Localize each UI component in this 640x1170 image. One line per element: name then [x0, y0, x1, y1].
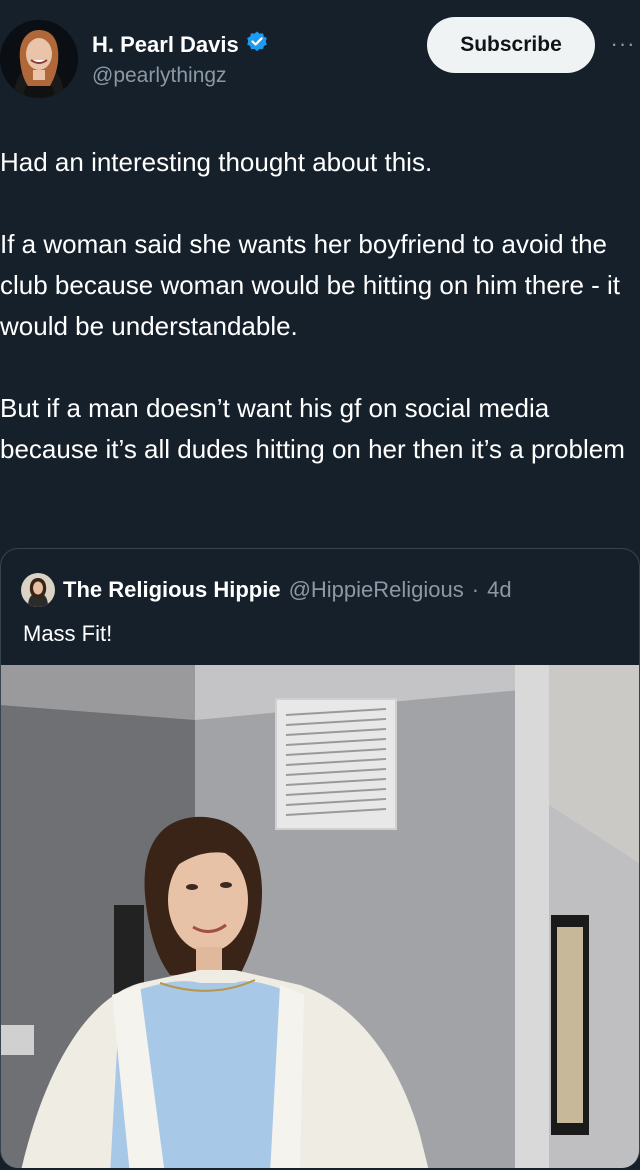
subscribe-button[interactable]: Subscribe	[427, 17, 595, 73]
more-options-icon[interactable]: ···	[606, 30, 640, 60]
quoted-handle[interactable]: @HippieReligious	[289, 577, 464, 603]
tweet-paragraph: If a woman said she wants her boyfriend …	[0, 229, 621, 341]
verified-badge-icon	[245, 30, 269, 59]
tweet-header: H. Pearl Davis @pearlythingz Subscribe ·…	[0, 0, 640, 110]
author-avatar[interactable]	[0, 20, 78, 98]
quoted-display-name[interactable]: The Religious Hippie	[63, 577, 281, 603]
tweet-text: Had an interesting thought about this. I…	[0, 142, 640, 470]
quoted-author-avatar[interactable]	[21, 573, 55, 607]
author-display-name[interactable]: H. Pearl Davis	[92, 32, 239, 58]
quoted-tweet-text: Mass Fit!	[23, 621, 113, 646]
tweet-paragraph: But if a man doesn’t want his gf on soci…	[0, 393, 625, 464]
quoted-tweet-card[interactable]: The Religious Hippie @HippieReligious · …	[0, 548, 640, 1168]
tweet-paragraph: Had an interesting thought about this.	[0, 147, 433, 177]
quoted-tweet-header: The Religious Hippie @HippieReligious · …	[21, 573, 512, 607]
quoted-avatar-icon	[21, 573, 55, 607]
author-name-row: H. Pearl Davis	[92, 30, 269, 59]
profile-avatar-icon	[0, 20, 78, 98]
quoted-photo[interactable]	[1, 665, 639, 1168]
quoted-timestamp[interactable]: 4d	[487, 577, 511, 603]
quoted-separator: ·	[471, 577, 480, 602]
author-handle[interactable]: @pearlythingz	[92, 64, 227, 88]
photo-image	[1, 665, 639, 1168]
